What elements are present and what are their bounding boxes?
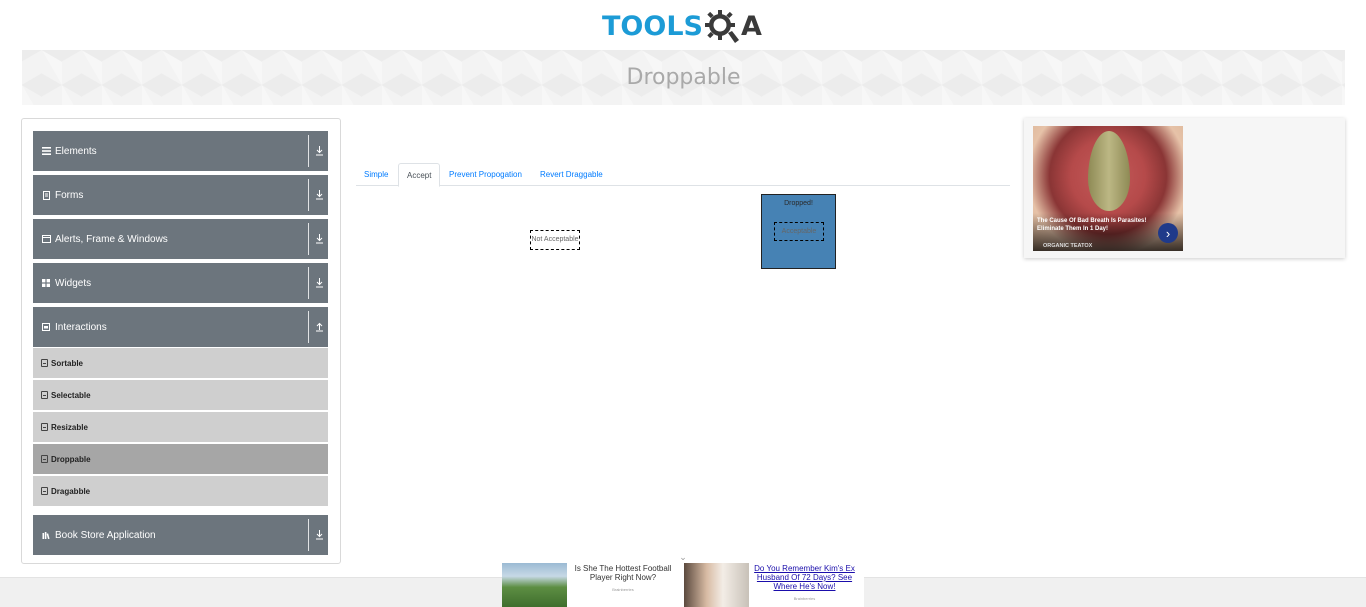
sidebar-item-dragabble[interactable]: Dragabble [33, 476, 328, 506]
sidebar-item-label: Selectable [51, 390, 91, 400]
not-acceptable-draggable[interactable]: Not Acceptable [530, 230, 580, 250]
ad-headline: The Cause Of Bad Breath Is Parasites! El… [1037, 218, 1147, 232]
divider [308, 223, 309, 255]
bottom-ad-bar: Is She The Hottest Football Player Right… [502, 560, 864, 607]
bottom-ad-source: Brainberries [793, 596, 816, 601]
download-arrow-icon [316, 234, 323, 244]
sidebar-group-alerts[interactable]: Alerts, Frame & Windows [33, 219, 328, 259]
droppable-tabs: Simple Accept Prevent Propogation Revert… [356, 163, 1010, 187]
list-icon [41, 487, 48, 495]
list-icon [41, 423, 48, 431]
advertisement[interactable]: The Cause Of Bad Breath Is Parasites! El… [1024, 118, 1345, 258]
menu-icon [41, 146, 51, 156]
sidebar-item-resizable[interactable]: Resizable [33, 412, 328, 442]
sidebar-item-label: Sortable [51, 358, 84, 368]
tab-accept[interactable]: Accept [398, 163, 441, 187]
upload-arrow-icon [316, 322, 323, 332]
divider [308, 519, 309, 551]
sidebar-item-sortable[interactable]: Sortable [33, 348, 328, 378]
grid-icon [41, 278, 51, 288]
list-icon [41, 359, 48, 367]
download-arrow-icon [316, 530, 323, 540]
gear-search-icon [704, 10, 739, 43]
ad-caption: The Cause Of Bad Breath Is Parasites! El… [1033, 213, 1183, 251]
sidebar-group-widgets[interactable]: Widgets [33, 263, 328, 303]
tab-prevent-propogation[interactable]: Prevent Propogation [441, 163, 530, 186]
sidebar-group-interactions[interactable]: Interactions [33, 307, 328, 347]
page-banner: Droppable [22, 50, 1345, 105]
divider [308, 179, 309, 211]
sidebar-item-label: Droppable [51, 454, 91, 464]
acceptable-draggable[interactable]: Acceptable [774, 222, 824, 241]
bottom-ad-link[interactable]: Do You Remember Kim's Ex Husband Of 72 D… [752, 564, 857, 591]
drop-target[interactable]: Dropped! Acceptable [761, 194, 836, 269]
sidebar-item-label: Resizable [51, 422, 88, 432]
list-icon [41, 455, 48, 463]
sidebar-group-book-store[interactable]: Book Store Application [33, 515, 328, 555]
sidebar-group-elements[interactable]: Elements [33, 131, 328, 171]
download-arrow-icon [316, 278, 323, 288]
sidebar-group-label: Book Store Application [55, 529, 156, 541]
chevron-right-icon[interactable]: › [1158, 223, 1178, 243]
leaf-graphic [1088, 131, 1130, 211]
sidebar-group-label: Interactions [55, 321, 107, 333]
bottom-ad-text[interactable]: Is She The Hottest Football Player Right… [568, 564, 678, 582]
ad-image-kim[interactable] [684, 563, 749, 607]
sidebar-item-label: Dragabble [51, 486, 91, 496]
sidebar-group-label: Forms [55, 189, 84, 201]
sidebar: Elements Forms Alerts, Frame & Windows W… [21, 118, 341, 564]
book-icon [41, 530, 51, 540]
logo-text-a: A [740, 10, 762, 42]
window-icon [41, 234, 51, 244]
ad-image[interactable]: The Cause Of Bad Breath Is Parasites! El… [1033, 126, 1183, 251]
sidebar-group-forms[interactable]: Forms [33, 175, 328, 215]
tab-simple[interactable]: Simple [356, 163, 396, 186]
ad-sponsor: ORGANIC TEATOX [1043, 243, 1093, 249]
divider [308, 135, 309, 167]
document-icon [41, 190, 51, 200]
bottom-ad-source: Brainberries [612, 587, 634, 592]
sidebar-group-label: Alerts, Frame & Windows [55, 233, 168, 245]
page-title: Droppable [626, 65, 741, 90]
sidebar-group-label: Widgets [55, 277, 92, 289]
tab-revert-draggable[interactable]: Revert Draggable [532, 163, 611, 186]
divider [308, 311, 309, 343]
sidebar-item-selectable[interactable]: Selectable [33, 380, 328, 410]
download-arrow-icon [316, 146, 323, 156]
download-arrow-icon [316, 190, 323, 200]
logo-text-tools: TOOLS [602, 10, 703, 42]
divider [308, 267, 309, 299]
interactions-icon [41, 322, 51, 332]
sidebar-item-droppable[interactable]: Droppable [33, 444, 328, 474]
sidebar-group-label: Elements [55, 145, 97, 157]
toolsqa-logo[interactable]: TOOLS A [602, 6, 768, 46]
drop-target-text: Dropped! [784, 200, 813, 207]
list-icon [41, 391, 48, 399]
ad-image-football[interactable] [502, 563, 567, 607]
